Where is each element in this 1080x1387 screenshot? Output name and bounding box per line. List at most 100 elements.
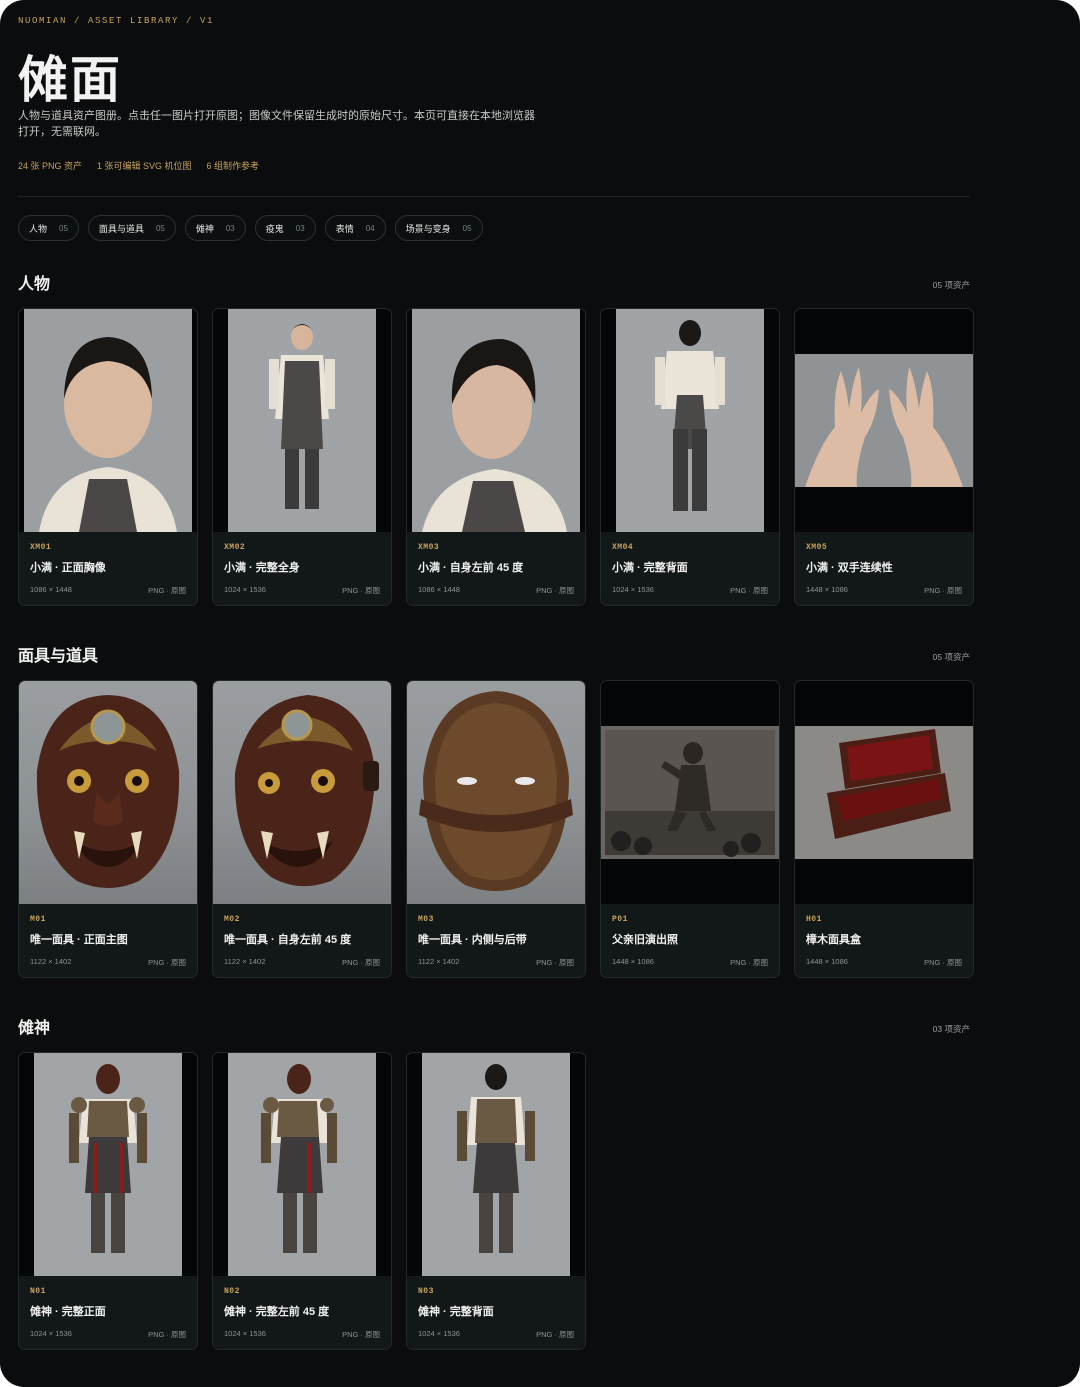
asset-meta: N03 傩神 · 完整背面 1024 × 1536 PNG · 原图 — [407, 1276, 585, 1349]
asset-format: PNG · 原图 — [148, 1330, 186, 1339]
asset-card[interactable]: XM04 小满 · 完整背面 1024 × 1536 PNG · 原图 — [600, 308, 780, 606]
asset-name: 小满 · 正面胸像 — [30, 562, 106, 574]
chip-count: 05 — [155, 223, 165, 233]
asset-name: 傩神 · 完整正面 — [30, 1306, 106, 1318]
asset-dimensions: 1024 × 1536 — [612, 585, 654, 594]
section-title-characters: 人物 — [18, 276, 51, 293]
asset-code: XM01 — [30, 543, 52, 552]
asset-format: PNG · 原图 — [924, 586, 962, 595]
asset-name: 小满 · 双手连续性 — [806, 562, 893, 574]
asset-dimensions: 1024 × 1536 — [418, 1329, 460, 1338]
asset-thumbnail[interactable] — [19, 309, 197, 532]
asset-thumbnail[interactable] — [601, 681, 779, 904]
asset-meta: XM04 小满 · 完整背面 1024 × 1536 PNG · 原图 — [601, 532, 779, 605]
asset-name: 樟木面具盒 — [806, 934, 861, 946]
asset-name: 傩神 · 完整背面 — [418, 1306, 494, 1318]
filter-chip-plague-ghost[interactable]: 疫鬼 03 — [254, 215, 316, 241]
asset-card[interactable]: N02 傩神 · 完整左前 45 度 1024 × 1536 PNG · 原图 — [212, 1052, 392, 1350]
asset-meta: P01 父亲旧演出照 1448 × 1086 PNG · 原图 — [601, 904, 779, 977]
asset-card[interactable]: XM05 小满 · 双手连续性 1448 × 1086 PNG · 原图 — [794, 308, 974, 606]
asset-thumbnail[interactable] — [407, 1053, 585, 1276]
asset-meta: N01 傩神 · 完整正面 1024 × 1536 PNG · 原图 — [19, 1276, 197, 1349]
page-description: 人物与道具资产图册。点击任一图片打开原图；图像文件保留生成时的原始尺寸。本页可直… — [18, 110, 535, 138]
asset-thumbnail[interactable] — [795, 309, 973, 532]
chip-count: 03 — [225, 223, 235, 233]
filter-chip-expressions[interactable]: 表情 04 — [324, 215, 386, 241]
asset-meta: XM02 小满 · 完整全身 1024 × 1536 PNG · 原图 — [213, 532, 391, 605]
chip-label: 表情 — [335, 223, 354, 234]
asset-format: PNG · 原图 — [342, 586, 380, 595]
asset-meta: XM01 小满 · 正面胸像 1086 × 1448 PNG · 原图 — [19, 532, 197, 605]
asset-dimensions: 1122 × 1402 — [30, 957, 72, 966]
asset-code: P01 — [612, 915, 628, 924]
chip-count: 05 — [462, 223, 472, 233]
stat-svg-count: 1 张可编辑 SVG 机位图 — [97, 161, 192, 171]
filter-chip-masks-props[interactable]: 面具与道具 05 — [87, 215, 176, 241]
asset-thumbnail[interactable] — [407, 309, 585, 532]
asset-code: N01 — [30, 1287, 46, 1296]
filter-chip-nuo-god[interactable]: 傩神 03 — [184, 215, 246, 241]
asset-grid-characters: XM01 小满 · 正面胸像 1086 × 1448 PNG · 原图 XM02… — [18, 308, 974, 606]
asset-dimensions: 1448 × 1086 — [612, 957, 654, 966]
filter-chips: 人物 05 面具与道具 05 傩神 03 疫鬼 03 表情 04 场景与变身 05 — [18, 215, 483, 241]
asset-card[interactable]: XM02 小满 · 完整全身 1024 × 1536 PNG · 原图 — [212, 308, 392, 606]
asset-thumbnail[interactable] — [795, 681, 973, 904]
asset-card[interactable]: M02 唯一面具 · 自身左前 45 度 1122 × 1402 PNG · 原… — [212, 680, 392, 978]
stat-reference-count: 6 组制作参考 — [206, 161, 260, 171]
filter-chip-characters[interactable]: 人物 05 — [18, 215, 79, 241]
asset-dimensions: 1122 × 1402 — [418, 957, 460, 966]
asset-card[interactable]: H01 樟木面具盒 1448 × 1086 PNG · 原图 — [794, 680, 974, 978]
asset-code: XM04 — [612, 543, 634, 552]
asset-meta: XM03 小满 · 自身左前 45 度 1086 × 1448 PNG · 原图 — [407, 532, 585, 605]
asset-card[interactable]: XM03 小满 · 自身左前 45 度 1086 × 1448 PNG · 原图 — [406, 308, 586, 606]
asset-thumbnail[interactable] — [19, 681, 197, 904]
asset-thumbnail[interactable] — [213, 681, 391, 904]
chip-label: 疫鬼 — [265, 223, 284, 234]
asset-code: M01 — [30, 915, 46, 924]
asset-dimensions: 1448 × 1086 — [806, 585, 848, 594]
section-title-masks-props: 面具与道具 — [18, 648, 99, 665]
asset-dimensions: 1086 × 1448 — [30, 585, 72, 594]
filter-chip-scenes[interactable]: 场景与变身 05 — [394, 215, 483, 241]
asset-format: PNG · 原图 — [536, 958, 574, 967]
asset-format: PNG · 原图 — [148, 958, 186, 967]
asset-dimensions: 1024 × 1536 — [224, 585, 266, 594]
asset-format: PNG · 原图 — [730, 958, 768, 967]
asset-format: PNG · 原图 — [536, 1330, 574, 1339]
chip-label: 傩神 — [195, 223, 214, 234]
asset-name: 父亲旧演出照 — [612, 934, 678, 946]
asset-meta: N02 傩神 · 完整左前 45 度 1024 × 1536 PNG · 原图 — [213, 1276, 391, 1349]
asset-card[interactable]: M01 唯一面具 · 正面主图 1122 × 1402 PNG · 原图 — [18, 680, 198, 978]
chip-label: 人物 — [29, 223, 48, 234]
breadcrumb: NUOMIAN / ASSET LIBRARY / V1 — [18, 16, 215, 26]
asset-dimensions: 1122 × 1402 — [224, 957, 266, 966]
asset-format: PNG · 原图 — [342, 958, 380, 967]
chip-count: 03 — [295, 223, 305, 233]
asset-thumbnail[interactable] — [19, 1053, 197, 1276]
divider — [18, 196, 970, 197]
asset-meta: H01 樟木面具盒 1448 × 1086 PNG · 原图 — [795, 904, 973, 977]
asset-card[interactable]: M03 唯一面具 · 内侧与后带 1122 × 1402 PNG · 原图 — [406, 680, 586, 978]
asset-code: XM02 — [224, 543, 246, 552]
asset-thumbnail[interactable] — [407, 681, 585, 904]
asset-grid-nuo-god: N01 傩神 · 完整正面 1024 × 1536 PNG · 原图 N02 傩… — [18, 1052, 586, 1350]
section-title-nuo-god: 傩神 — [18, 1020, 51, 1037]
asset-format: PNG · 原图 — [730, 586, 768, 595]
stats-row: 24 张 PNG 资产 1 张可编辑 SVG 机位图 6 组制作参考 — [18, 159, 259, 172]
asset-dimensions: 1086 × 1448 — [418, 585, 460, 594]
asset-code: N03 — [418, 1287, 434, 1296]
asset-thumbnail[interactable] — [601, 309, 779, 532]
asset-format: PNG · 原图 — [536, 586, 574, 595]
asset-code: H01 — [806, 915, 822, 924]
asset-card[interactable]: P01 父亲旧演出照 1448 × 1086 PNG · 原图 — [600, 680, 780, 978]
asset-code: XM05 — [806, 543, 828, 552]
asset-card[interactable]: N03 傩神 · 完整背面 1024 × 1536 PNG · 原图 — [406, 1052, 586, 1350]
asset-thumbnail[interactable] — [213, 1053, 391, 1276]
asset-card[interactable]: XM01 小满 · 正面胸像 1086 × 1448 PNG · 原图 — [18, 308, 198, 606]
asset-thumbnail[interactable] — [213, 309, 391, 532]
asset-code: N02 — [224, 1287, 240, 1296]
asset-dimensions: 1024 × 1536 — [224, 1329, 266, 1338]
asset-card[interactable]: N01 傩神 · 完整正面 1024 × 1536 PNG · 原图 — [18, 1052, 198, 1350]
chip-count: 04 — [365, 223, 375, 233]
asset-name: 唯一面具 · 正面主图 — [30, 934, 128, 946]
